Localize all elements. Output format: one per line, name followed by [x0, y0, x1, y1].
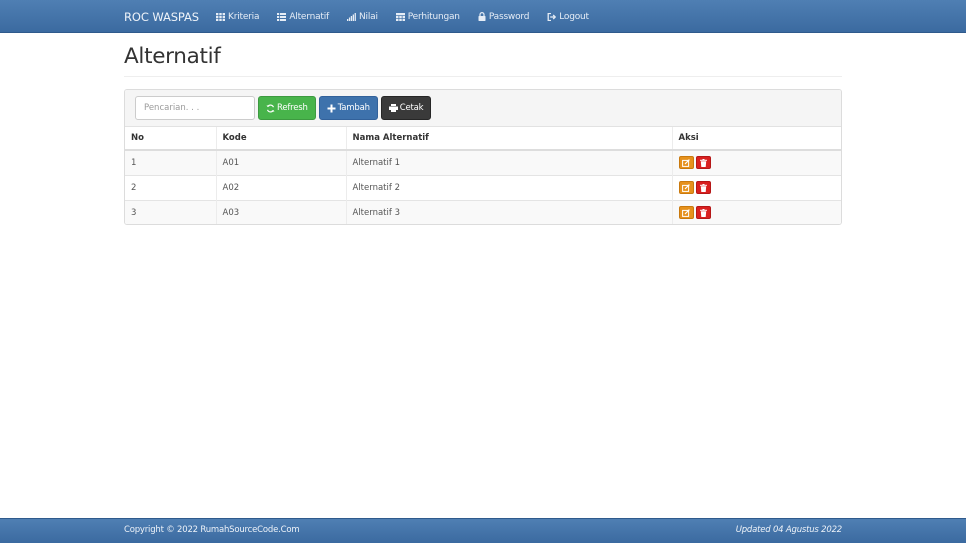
plus-icon: [327, 104, 336, 113]
cell-kode: A02: [216, 174, 347, 200]
nav-item-kriteria[interactable]: Kriteria: [216, 11, 260, 22]
print-button[interactable]: Cetak: [380, 96, 432, 120]
nav-item-label: Logout: [559, 11, 589, 22]
cell-aksi: [672, 174, 841, 200]
footer-updated: Updated 04 Agustus 2022: [735, 525, 843, 535]
trash-icon: [699, 208, 707, 217]
alternatif-table: No Kode Nama Alternatif Aksi 1 A01 Alter…: [125, 127, 841, 224]
footer: Copyright © 2022 RumahSourceCode.Com Upd…: [0, 518, 966, 543]
delete-button[interactable]: [695, 156, 711, 170]
edit-icon: [682, 158, 690, 167]
edit-icon: [682, 208, 690, 217]
logout-icon: [547, 12, 557, 21]
print-label: Cetak: [399, 103, 424, 113]
panel-toolbar: Refresh Tambah Cetak: [125, 90, 841, 127]
nav-item-label: Kriteria: [228, 11, 260, 22]
print-icon: [388, 104, 398, 112]
alternatif-panel: Refresh Tambah Cetak No Kode Nam: [124, 89, 842, 225]
table-row: 3 A03 Alternatif 3: [125, 199, 841, 224]
calculator-icon: [395, 12, 405, 21]
trash-icon: [699, 183, 707, 192]
edit-icon: [682, 183, 690, 192]
cell-nama: Alternatif 3: [346, 199, 673, 224]
nav-item-perhitungan[interactable]: Perhitungan: [395, 11, 460, 22]
nav-item-label: Perhitungan: [407, 11, 460, 22]
column-header-aksi: Aksi: [672, 127, 841, 151]
nav-item-label: Nilai: [359, 11, 378, 22]
column-header-no[interactable]: No: [125, 127, 217, 151]
cell-aksi: [672, 149, 841, 175]
cell-no: 2: [125, 174, 217, 200]
cell-kode: A01: [216, 149, 347, 175]
cell-nama: Alternatif 1: [346, 149, 673, 175]
table-row: 2 A02 Alternatif 2: [125, 174, 841, 200]
cell-aksi: [672, 199, 841, 224]
navbar: ROC WASPAS Kriteria Alternatif Nilai Per…: [0, 0, 966, 33]
navbar-brand[interactable]: ROC WASPAS: [124, 10, 199, 24]
nav-item-nilai[interactable]: Nilai: [347, 12, 378, 22]
cell-no: 1: [125, 149, 217, 175]
add-label: Tambah: [337, 103, 370, 113]
refresh-icon: [266, 104, 275, 113]
nav-item-label: Alternatif: [289, 11, 329, 22]
lock-icon: [478, 12, 486, 21]
delete-button[interactable]: [695, 181, 711, 194]
nav-item-logout[interactable]: Logout: [547, 12, 589, 22]
grid-icon: [216, 12, 226, 21]
column-header-kode[interactable]: Kode: [216, 127, 347, 151]
table-header-row: No Kode Nama Alternatif Aksi: [125, 127, 841, 151]
cell-nama: Alternatif 2: [346, 174, 673, 200]
delete-button[interactable]: [695, 206, 711, 220]
nav-item-alternatif[interactable]: Alternatif: [277, 12, 329, 22]
add-button[interactable]: Tambah: [318, 96, 378, 120]
edit-button[interactable]: [678, 181, 694, 194]
edit-button[interactable]: [678, 156, 694, 170]
trash-icon: [699, 158, 707, 167]
title-divider: [124, 76, 842, 77]
list-icon: [277, 12, 287, 21]
search-input[interactable]: [135, 96, 255, 120]
page-title: Alternatif: [124, 44, 221, 69]
nav-item-label: Password: [488, 11, 530, 22]
signal-icon: [347, 12, 356, 21]
refresh-label: Refresh: [277, 103, 308, 113]
cell-kode: A03: [216, 199, 347, 224]
navbar-inner: ROC WASPAS Kriteria Alternatif Nilai Per…: [124, 0, 607, 33]
refresh-button[interactable]: Refresh: [258, 96, 316, 120]
footer-copyright: Copyright © 2022 RumahSourceCode.Com: [124, 525, 300, 535]
table-row: 1 A01 Alternatif 1: [125, 149, 841, 175]
nav-item-password[interactable]: Password: [478, 12, 529, 22]
edit-button[interactable]: [678, 206, 694, 220]
cell-no: 3: [125, 199, 217, 224]
column-header-nama[interactable]: Nama Alternatif: [346, 127, 673, 151]
